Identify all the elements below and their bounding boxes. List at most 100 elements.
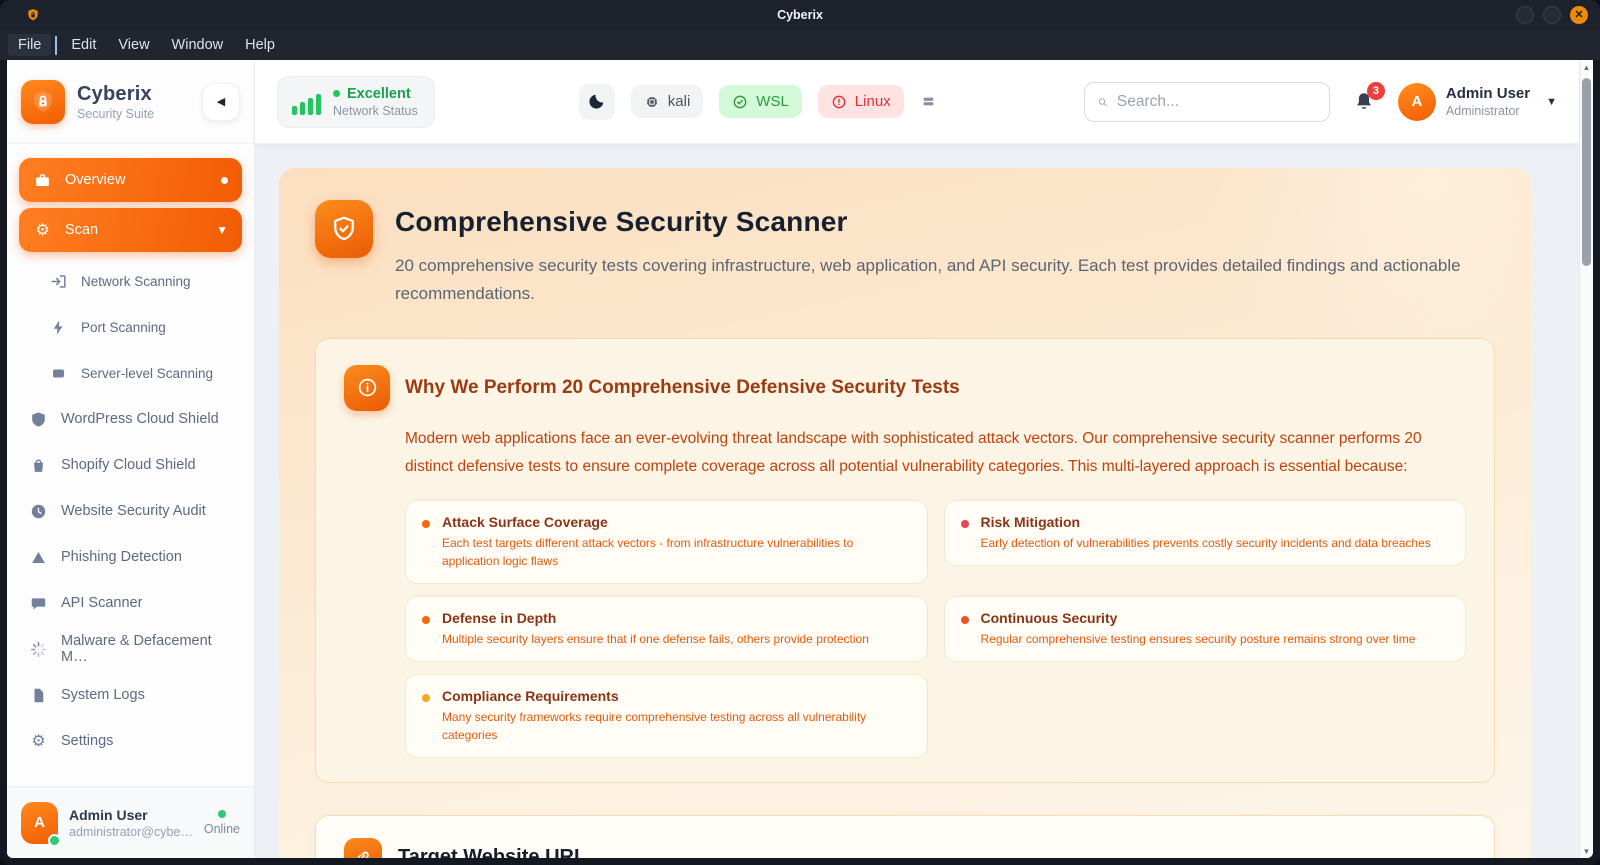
shield-check-icon xyxy=(315,200,373,258)
bullet-dot xyxy=(960,616,969,625)
shopping-bag-icon xyxy=(29,456,48,475)
badge-label: WSL xyxy=(756,93,789,110)
check-circle-icon xyxy=(733,95,747,108)
menu-help[interactable]: Help xyxy=(235,34,285,56)
reason-card-attack-surface: Attack Surface Coverage Each test target… xyxy=(405,500,928,585)
sidebar-item-overview[interactable]: Overview xyxy=(19,158,242,202)
triangle-icon xyxy=(29,548,48,567)
network-status-label: Network Status xyxy=(333,103,418,118)
notifications-button[interactable]: 3 xyxy=(1352,81,1385,114)
sidebar-item-shopify-cloud-shield[interactable]: Shopify Cloud Shield xyxy=(19,442,242,488)
scrollbar-thumb[interactable] xyxy=(1582,78,1591,266)
user-name: Admin User xyxy=(69,806,148,823)
reason-title: Defense in Depth xyxy=(442,610,557,627)
bullet-dot xyxy=(960,520,969,529)
sidebar-item-label: Malware & Defacement M… xyxy=(61,633,212,665)
scroll-up-arrow-icon[interactable]: ▲ xyxy=(1583,60,1591,74)
user-role: Administrator xyxy=(1445,104,1520,118)
close-button[interactable]: ✕ xyxy=(1570,6,1588,24)
menu-edit[interactable]: Edit xyxy=(61,34,106,56)
online-label: Online xyxy=(203,821,240,836)
sidebar-item-scan[interactable]: ⚙ Scan ▼ xyxy=(19,208,242,252)
signal-bars-icon xyxy=(292,93,321,118)
sidebar-item-label: Settings xyxy=(61,733,114,749)
sidebar-item-api-scanner[interactable]: API Scanner xyxy=(19,580,242,626)
notification-count-badge: 3 xyxy=(1366,81,1385,100)
badge-label: Linux xyxy=(854,93,891,110)
minimize-button[interactable] xyxy=(1516,6,1534,24)
moon-icon xyxy=(589,94,604,109)
scroll-down-arrow-icon[interactable]: ▼ xyxy=(1583,844,1591,858)
menu-view[interactable]: View xyxy=(108,34,159,56)
brand-name: Cyberix xyxy=(77,82,152,105)
sidebar-collapse-button[interactable]: ◀ xyxy=(202,82,240,121)
sidebar-item-website-security-audit[interactable]: Website Security Audit xyxy=(19,488,242,534)
reason-title: Compliance Requirements xyxy=(442,688,619,705)
reason-card-continuous-security: Continuous Security Regular comprehensiv… xyxy=(943,596,1466,663)
sidebar: Cyberix Security Suite ◀ Overview ⚙ Scan… xyxy=(7,60,255,858)
page-title: Comprehensive Security Scanner xyxy=(395,206,848,237)
chevron-down-icon: ▼ xyxy=(216,223,228,237)
alert-circle-icon xyxy=(832,95,846,108)
vertical-scrollbar[interactable]: ▲ ▼ xyxy=(1579,60,1593,858)
why-card: Why We Perform 20 Comprehensive Defensiv… xyxy=(315,337,1495,784)
text-cursor xyxy=(55,35,58,55)
reason-card-compliance: Compliance Requirements Many security fr… xyxy=(405,674,928,759)
scrollbar-track[interactable] xyxy=(1580,74,1593,844)
window-title: Cyberix xyxy=(777,8,823,22)
avatar: A xyxy=(1397,82,1436,121)
sidebar-item-label: Website Security Audit xyxy=(61,503,206,519)
reasons-grid: Attack Surface Coverage Each test target… xyxy=(405,500,1466,759)
clock-icon xyxy=(29,502,48,521)
reason-description: Many security frameworks require compreh… xyxy=(442,710,867,743)
user-email: administrator@cybe… xyxy=(69,824,193,839)
sidebar-item-label: WordPress Cloud Shield xyxy=(61,411,219,427)
theme-toggle-button[interactable] xyxy=(578,83,615,120)
briefcase-icon xyxy=(33,171,52,190)
reason-card-defense-in-depth: Defense in Depth Multiple security layer… xyxy=(405,596,928,663)
search-box xyxy=(1083,81,1330,122)
sidebar-item-label: Port Scanning xyxy=(81,319,166,335)
badge-kali[interactable]: kali xyxy=(630,85,704,118)
sidebar-item-wordpress-cloud-shield[interactable]: WordPress Cloud Shield xyxy=(19,396,242,442)
target-url-title: Target Website URL xyxy=(398,845,587,858)
reason-title: Continuous Security xyxy=(980,610,1118,627)
search-input[interactable] xyxy=(1116,92,1317,111)
reason-description: Early detection of vulnerabilities preve… xyxy=(980,536,1431,551)
shield-icon xyxy=(29,410,48,429)
sidebar-item-phishing-detection[interactable]: Phishing Detection xyxy=(19,534,242,580)
sidebar-item-label: Shopify Cloud Shield xyxy=(61,457,196,473)
user-menu[interactable]: A Admin User Administrator ▼ xyxy=(1397,82,1557,121)
sidebar-item-network-scanning[interactable]: Network Scanning xyxy=(19,258,242,304)
sidebar-item-label: Network Scanning xyxy=(81,273,191,289)
cpu-icon xyxy=(646,96,657,107)
badge-linux[interactable]: Linux xyxy=(817,85,904,118)
maximize-button[interactable] xyxy=(1543,6,1561,24)
titlebar: Cyberix ✕ xyxy=(0,0,1600,30)
why-intro: Modern web applications face an ever-evo… xyxy=(405,429,1422,476)
sidebar-item-system-logs[interactable]: System Logs xyxy=(19,672,242,718)
sidebar-item-settings[interactable]: ⚙ Settings xyxy=(19,718,242,764)
sidebar-item-port-scanning[interactable]: Port Scanning xyxy=(19,304,242,350)
brand-shield-lock-icon xyxy=(21,79,65,124)
info-icon xyxy=(344,364,390,411)
reason-description: Regular comprehensive testing ensures se… xyxy=(980,632,1416,647)
sidebar-item-label: Phishing Detection xyxy=(61,549,182,565)
menu-file[interactable]: File xyxy=(8,34,52,56)
sidebar-item-label: Server-level Scanning xyxy=(81,365,214,381)
sidebar-item-malware-defacement[interactable]: Malware & Defacement M… xyxy=(19,626,242,672)
sidebar-item-label: API Scanner xyxy=(61,595,143,611)
network-scan-icon xyxy=(49,272,68,291)
server-stack-icon[interactable] xyxy=(920,93,937,110)
sidebar-user-card[interactable]: A Admin User administrator@cybe… Online xyxy=(7,786,254,858)
lightning-icon xyxy=(49,318,68,337)
sidebar-item-server-level-scanning[interactable]: Server-level Scanning xyxy=(19,350,242,396)
badge-wsl[interactable]: WSL xyxy=(719,85,802,118)
bullet-dot xyxy=(422,520,430,529)
page-description: 20 comprehensive security tests covering… xyxy=(395,256,1461,303)
network-status-card: Excellent Network Status xyxy=(277,75,435,128)
menubar: File Edit View Window Help xyxy=(0,30,1600,60)
reason-title: Risk Mitigation xyxy=(980,514,1081,531)
menu-window[interactable]: Window xyxy=(162,34,234,56)
online-status-dot xyxy=(48,833,62,847)
